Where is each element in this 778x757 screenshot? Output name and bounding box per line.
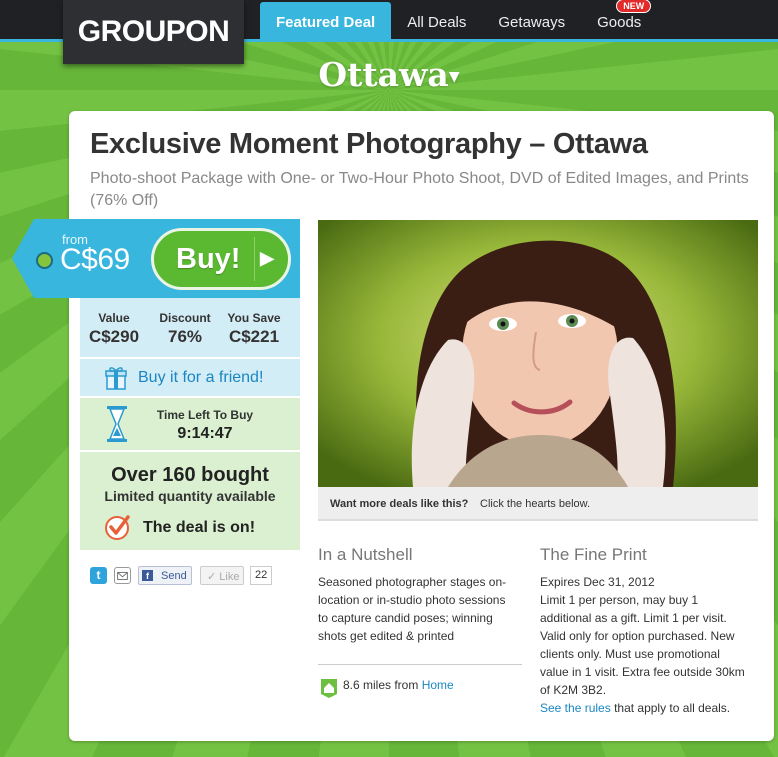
groupon-logo[interactable]: GROUPON xyxy=(63,0,244,64)
photo-caption: Want more deals like this? Click the hea… xyxy=(318,487,758,521)
gift-icon xyxy=(105,367,127,390)
logo-text: GROUPON xyxy=(77,15,230,48)
buy-for-friend[interactable]: Buy it for a friend! xyxy=(80,358,300,396)
fine-print-line: of K2M 3B2. xyxy=(540,683,607,697)
deal-price: C$69 xyxy=(60,243,130,276)
stat-discount-label: Discount xyxy=(159,311,211,325)
tab-featured-deal[interactable]: Featured Deal xyxy=(260,2,392,42)
divider xyxy=(318,664,522,665)
fine-print-line: additional as a gift. Limit 1 per visit. xyxy=(540,611,727,625)
facebook-icon: f xyxy=(142,570,153,581)
timer-label: Time Left To Buy xyxy=(156,408,254,422)
checkmark-icon xyxy=(105,515,130,540)
chevron-right-icon: ▶ xyxy=(260,248,274,268)
nutshell-text: Seasoned photographer stages on-location… xyxy=(318,575,507,643)
send-label: Send xyxy=(161,570,187,582)
buy-button[interactable]: Buy! ▶ xyxy=(151,228,291,290)
limited-quantity: Limited quantity available xyxy=(104,488,276,504)
tab-all-deals[interactable]: All Deals xyxy=(391,2,482,42)
city-name: Ottawa xyxy=(318,55,449,94)
deal-title: Exclusive Moment Photography – Ottawa xyxy=(90,128,648,160)
fine-print-heading: The Fine Print xyxy=(540,545,647,564)
fine-print-line: value in 1 visit. Extra fee outside 30km xyxy=(540,665,745,679)
tab-goods-label: Goods xyxy=(597,13,642,31)
tab-goods[interactable]: Goods NEW xyxy=(581,0,657,42)
distance-info: 8.6 miles from Home xyxy=(343,678,454,692)
fine-print-line: clients only. Must use promotional xyxy=(540,647,720,661)
rules-line: See the rules that apply to all deals. xyxy=(540,699,756,717)
home-icon xyxy=(321,679,337,698)
facebook-like-button[interactable]: ✓ Like xyxy=(200,566,244,585)
price-tag-hole-icon xyxy=(36,252,53,269)
like-label: ✓ Like xyxy=(207,571,240,583)
tab-all-deals-label: All Deals xyxy=(407,13,467,31)
buy-button-divider xyxy=(254,237,255,281)
fine-print-line: Expires Dec 31, 2012 xyxy=(540,575,655,589)
buy-for-friend-link[interactable]: Buy it for a friend! xyxy=(138,369,263,387)
see-rules-link[interactable]: See the rules xyxy=(540,701,611,715)
twitter-icon[interactable]: t xyxy=(90,567,107,584)
tab-featured-deal-label: Featured Deal xyxy=(276,13,376,31)
main-nav: Featured Deal All Deals Getaways Goods N… xyxy=(260,0,657,42)
timer-value: 9:14:47 xyxy=(177,425,233,442)
fine-print-line: Valid only for option purchased. New xyxy=(540,629,735,643)
tab-getaways[interactable]: Getaways xyxy=(482,2,581,42)
time-left: Time Left To Buy 9:14:47 xyxy=(80,397,300,450)
stat-you-save: You Save C$221 xyxy=(226,311,282,347)
stat-discount: Discount 76% xyxy=(158,311,212,347)
deal-stats: Value C$290 Discount 76% You Save C$221 xyxy=(80,298,300,357)
stat-discount-amount: 76% xyxy=(167,327,203,346)
bought-count: Over 160 bought xyxy=(111,464,269,486)
caption-prompt: Want more deals like this? xyxy=(330,498,469,510)
rules-rest: that apply to all deals. xyxy=(614,701,731,715)
stat-value-label: Value xyxy=(98,311,130,325)
stat-value: Value C$290 xyxy=(88,311,140,347)
deal-subtitle: Photo-shoot Package with One- or Two-Hou… xyxy=(90,170,749,209)
stat-you-save-label: You Save xyxy=(227,311,281,325)
deal-photo xyxy=(318,220,758,487)
fine-print-text: Expires Dec 31, 2012 Limit 1 per person,… xyxy=(540,573,756,717)
buy-button-label: Buy! xyxy=(176,242,241,275)
tab-getaways-label: Getaways xyxy=(498,13,566,31)
like-label-text: Like xyxy=(219,571,240,583)
fine-print-line: Limit 1 per person, may buy 1 xyxy=(540,593,699,607)
caption-instruction: Click the hearts below. xyxy=(480,498,591,510)
home-link[interactable]: Home xyxy=(422,678,454,692)
like-count: 22 xyxy=(250,566,273,585)
portrait-illustration xyxy=(318,220,758,487)
distance-text: 8.6 miles from xyxy=(343,678,419,692)
new-badge: NEW xyxy=(616,0,652,13)
stat-you-save-amount: C$221 xyxy=(228,327,280,346)
facebook-send-button[interactable]: f Send xyxy=(138,566,192,585)
chevron-down-icon: ▼ xyxy=(448,69,460,85)
nutshell-heading: In a Nutshell xyxy=(318,545,413,564)
bought-status: Over 160 bought Limited quantity availab… xyxy=(80,451,300,550)
mail-icon[interactable] xyxy=(114,567,131,584)
deal-on-label: The deal is on! xyxy=(143,519,256,536)
stat-value-amount: C$290 xyxy=(88,327,140,346)
